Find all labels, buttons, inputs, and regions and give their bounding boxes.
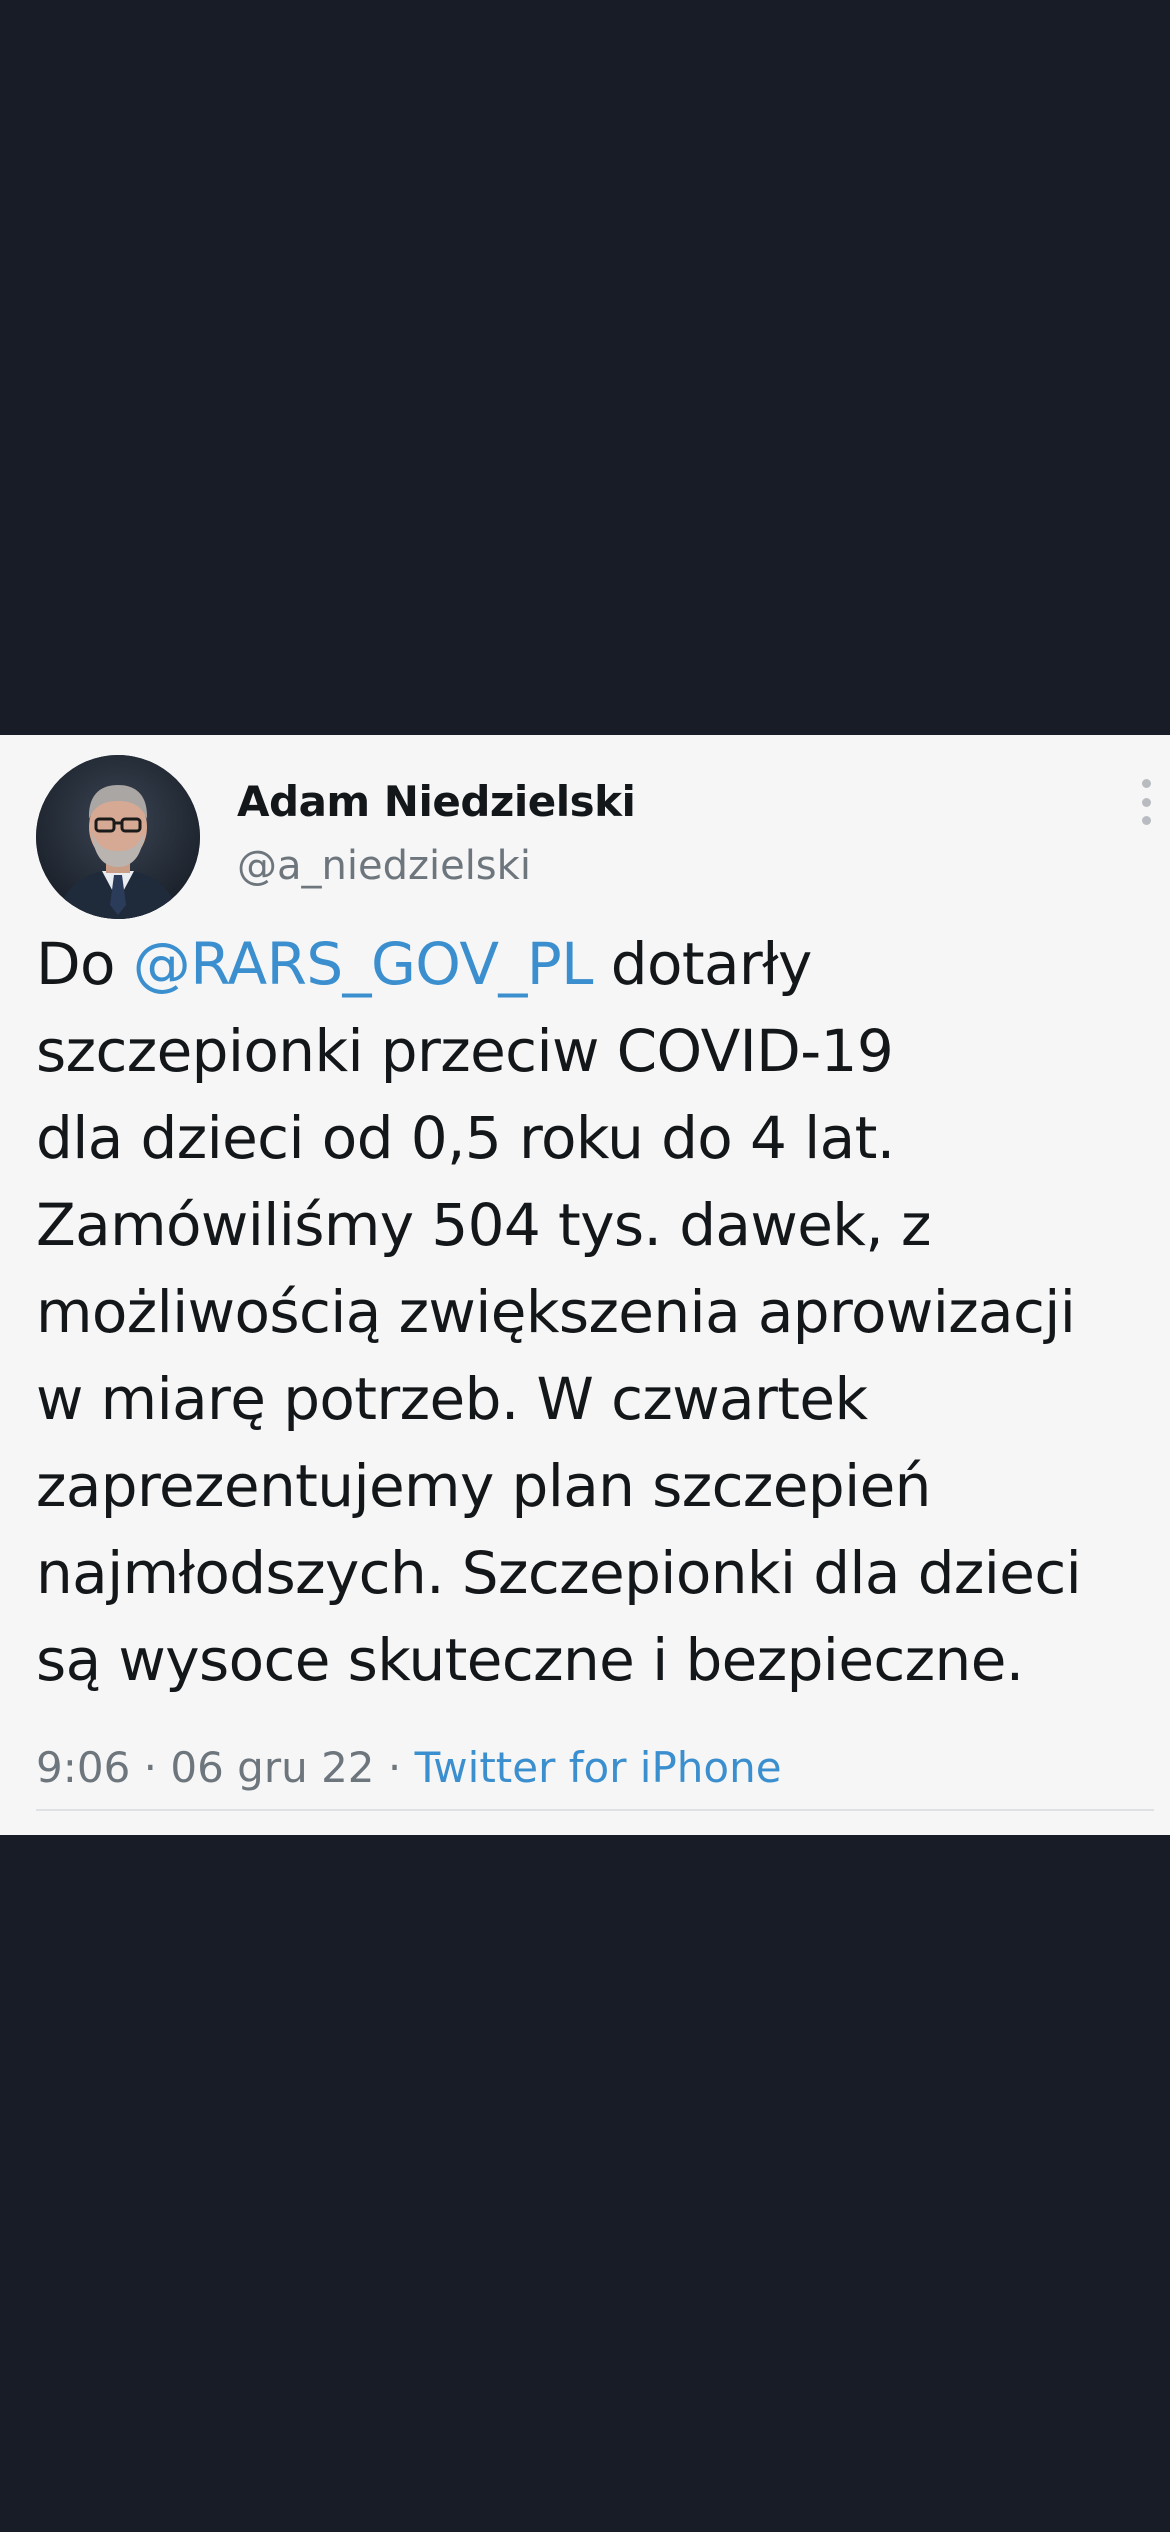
more-vertical-icon[interactable] — [1136, 779, 1156, 825]
tweet-line: w miarę potrzeb. W czwartek — [36, 1365, 868, 1433]
divider — [36, 1809, 1154, 1811]
tweet-time[interactable]: 9:06 — [36, 1743, 130, 1792]
tweet-line: najmłodszych. Szczepionki dla dzieci — [36, 1539, 1082, 1607]
author-name[interactable]: Adam Niedzielski — [237, 777, 636, 826]
more-dot — [1141, 816, 1151, 825]
tweet-line: są wysoce skuteczne i bezpieczne. — [36, 1626, 1024, 1694]
mention-link[interactable]: @RARS_GOV_PL — [133, 930, 594, 998]
avatar[interactable] — [36, 755, 200, 919]
tweet-line: dla dzieci od 0,5 roku do 4 lat. — [36, 1104, 895, 1172]
tweet-line: szczepionki przeciw COVID-19 — [36, 1017, 894, 1085]
tweet-card: Adam Niedzielski @a_niedzielski Do @RARS… — [0, 735, 1170, 1835]
tweet-source-link[interactable]: Twitter for iPhone — [415, 1743, 782, 1792]
more-dot — [1141, 797, 1151, 807]
tweet-meta: 9:06 · 06 gru 22 · Twitter for iPhone — [36, 1743, 782, 1792]
tweet-text-segment: Do — [36, 930, 133, 998]
tweet-line: Zamówiliśmy 504 tys. dawek, z — [36, 1191, 931, 1259]
more-dot — [1141, 779, 1151, 788]
avatar-portrait — [36, 755, 200, 919]
author-handle[interactable]: @a_niedzielski — [237, 843, 531, 889]
tweet-line: możliwością zwiększenia aprowizacji — [36, 1278, 1076, 1346]
tweet-text: Do @RARS_GOV_PL dotarły szczepionki prze… — [36, 921, 1146, 1704]
tweet-date[interactable]: 06 gru 22 — [170, 1743, 374, 1792]
meta-separator: · — [130, 1743, 171, 1792]
tweet-line: Do @RARS_GOV_PL dotarły — [36, 921, 1146, 1008]
tweet-line: zaprezentujemy plan szczepień — [36, 1452, 931, 1520]
meta-separator: · — [374, 1743, 415, 1792]
tweet-text-segment: dotarły — [592, 930, 813, 998]
